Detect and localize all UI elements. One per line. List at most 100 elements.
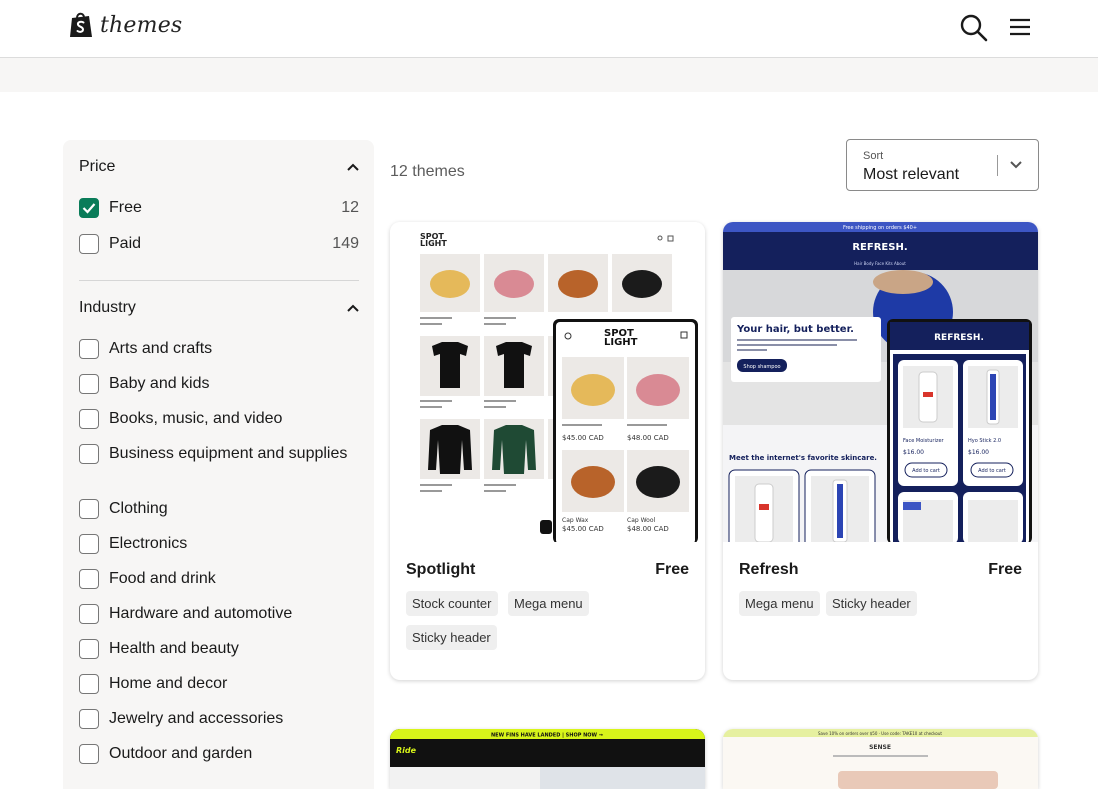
checkbox[interactable] bbox=[79, 674, 99, 694]
mini-button: Add to cart bbox=[978, 468, 1006, 474]
paid-label: Paid bbox=[109, 235, 142, 252]
feature-tag: Mega menu bbox=[739, 591, 820, 616]
option-label: Outdoor and garden bbox=[109, 745, 253, 762]
filter-option-business-equipment[interactable]: Business equipment and supplies bbox=[79, 444, 359, 464]
svg-text:Hair Body Face Kits Ab: Hair Body Face Kits About bbox=[854, 261, 906, 266]
mini-price: $16.00 bbox=[968, 449, 989, 456]
shopify-bag-icon bbox=[70, 12, 92, 37]
checkbox[interactable] bbox=[79, 639, 99, 659]
sense-preview-graphic: Save 10% on orders over $50 · Use code: … bbox=[723, 729, 1038, 789]
mini-brand: Ride bbox=[396, 746, 417, 755]
mini-price: $16.00 bbox=[903, 449, 924, 456]
industry-filter-title: Industry bbox=[79, 299, 136, 316]
sort-select[interactable]: Sort Most relevant bbox=[846, 139, 1039, 191]
price-filter-toggle[interactable]: Price bbox=[79, 155, 359, 179]
mini-announcement: NEW FINS HAVE LANDED | SHOP NOW → bbox=[491, 733, 603, 739]
theme-card-refresh[interactable]: Free shipping on orders $40+ REFRESH. Ha… bbox=[723, 222, 1038, 680]
option-label: Books, music, and video bbox=[109, 410, 283, 427]
filter-divider bbox=[79, 280, 359, 281]
filter-option-free[interactable]: Free 12 bbox=[79, 198, 359, 218]
mini-hero-button: Shop shampoo bbox=[743, 364, 780, 370]
spotlight-preview[interactable]: SPOT LIGHT SPOT LIGHT $45.00 CAD $48.00 … bbox=[390, 222, 705, 542]
mini-product-name: Cap Wax bbox=[562, 517, 589, 524]
ride-preview-graphic: NEW FINS HAVE LANDED | SHOP NOW → Ride bbox=[390, 729, 705, 789]
checkmark-icon bbox=[82, 203, 96, 214]
feature-tag: Mega menu bbox=[508, 591, 589, 616]
top-header: themes bbox=[0, 0, 1098, 58]
menu-button[interactable] bbox=[1005, 13, 1035, 43]
feature-tag: Sticky header bbox=[406, 625, 497, 650]
feature-tag: Stock counter bbox=[406, 591, 498, 616]
chevron-up-icon bbox=[347, 304, 359, 312]
checkbox[interactable] bbox=[79, 409, 99, 429]
svg-text:REFRESH.: REFRESH. bbox=[934, 333, 984, 343]
logo-wordmark: themes bbox=[100, 12, 183, 38]
filter-option-baby-and-kids[interactable]: Baby and kids bbox=[79, 374, 359, 394]
option-label: Jewelry and accessories bbox=[109, 710, 284, 727]
option-label: Home and decor bbox=[109, 675, 228, 692]
filter-option-hardware-automotive[interactable]: Hardware and automotive bbox=[79, 604, 359, 624]
mini-announcement: Save 10% on orders over $50 · Use code: … bbox=[818, 731, 942, 736]
theme-name[interactable]: Spotlight bbox=[406, 561, 475, 579]
filter-option-health-and-beauty[interactable]: Health and beauty bbox=[79, 639, 359, 659]
mini-announcement: Free shipping on orders $40+ bbox=[843, 225, 917, 231]
mini-product-name: Hyo Stick 2.0 bbox=[968, 438, 1001, 444]
checkbox[interactable] bbox=[79, 339, 99, 359]
mini-product-name: Face Moisturizer bbox=[903, 438, 945, 444]
filter-sidebar: Price Free 12 Paid 149 Industry Arts and… bbox=[63, 140, 374, 789]
mini-price: $45.00 CAD bbox=[562, 434, 604, 442]
option-label: Arts and crafts bbox=[109, 340, 213, 357]
hamburger-menu-icon bbox=[1010, 18, 1030, 36]
option-label: Electronics bbox=[109, 535, 188, 552]
option-label: Clothing bbox=[109, 500, 168, 517]
svg-text:LIGHT: LIGHT bbox=[604, 337, 638, 348]
search-button[interactable] bbox=[959, 13, 989, 43]
filter-option-paid[interactable]: Paid 149 bbox=[79, 234, 359, 254]
checkbox[interactable] bbox=[79, 709, 99, 729]
feature-tag: Sticky header bbox=[826, 591, 917, 616]
theme-count: 12 themes bbox=[390, 163, 465, 180]
refresh-preview-graphic: Free shipping on orders $40+ REFRESH. Ha… bbox=[723, 222, 1038, 542]
theme-card-spotlight[interactable]: SPOT LIGHT SPOT LIGHT $45.00 CAD $48.00 … bbox=[390, 222, 705, 680]
checkbox[interactable] bbox=[79, 374, 99, 394]
filter-option-jewelry-accessories[interactable]: Jewelry and accessories bbox=[79, 709, 359, 729]
subheader-band bbox=[0, 58, 1098, 92]
mini-price: $48.00 CAD bbox=[627, 525, 669, 533]
filter-option-clothing[interactable]: Clothing bbox=[79, 499, 359, 519]
theme-name[interactable]: Refresh bbox=[739, 561, 799, 579]
free-checkbox[interactable] bbox=[79, 198, 99, 218]
theme-card-sense[interactable]: Save 10% on orders over $50 · Use code: … bbox=[723, 729, 1038, 789]
sort-separator bbox=[997, 155, 998, 176]
mini-brand: REFRESH. bbox=[852, 242, 907, 253]
industry-filter-toggle[interactable]: Industry bbox=[79, 296, 359, 320]
refresh-preview[interactable]: Free shipping on orders $40+ REFRESH. Ha… bbox=[723, 222, 1038, 542]
filter-option-arts-and-crafts[interactable]: Arts and crafts bbox=[79, 339, 359, 359]
checkbox[interactable] bbox=[79, 534, 99, 554]
paid-checkbox[interactable] bbox=[79, 234, 99, 254]
theme-price: Free bbox=[655, 561, 689, 578]
free-count: 12 bbox=[341, 199, 359, 216]
filter-option-electronics[interactable]: Electronics bbox=[79, 534, 359, 554]
option-label: Food and drink bbox=[109, 570, 216, 587]
price-filter-title: Price bbox=[79, 158, 116, 175]
chevron-down-icon bbox=[1010, 161, 1022, 169]
filter-option-home-and-decor[interactable]: Home and decor bbox=[79, 674, 359, 694]
checkbox[interactable] bbox=[79, 499, 99, 519]
option-label: Health and beauty bbox=[109, 640, 239, 657]
sort-value: Most relevant bbox=[863, 166, 960, 183]
filter-option-outdoor-and-garden[interactable]: Outdoor and garden bbox=[79, 744, 359, 764]
filter-option-books-music-video[interactable]: Books, music, and video bbox=[79, 409, 359, 429]
mini-product-name: Cap Wool bbox=[627, 517, 656, 524]
shopify-themes-logo[interactable]: themes bbox=[68, 11, 182, 39]
theme-card-ride[interactable]: NEW FINS HAVE LANDED | SHOP NOW → Ride bbox=[390, 729, 705, 789]
filter-option-food-and-drink[interactable]: Food and drink bbox=[79, 569, 359, 589]
chevron-up-icon bbox=[347, 163, 359, 171]
theme-price: Free bbox=[988, 561, 1022, 578]
mini-hero-title: Your hair, but better. bbox=[736, 324, 854, 335]
mini-price: $48.00 CAD bbox=[627, 434, 669, 442]
checkbox[interactable] bbox=[79, 744, 99, 764]
option-label: Business equipment and supplies bbox=[109, 445, 348, 462]
checkbox[interactable] bbox=[79, 604, 99, 624]
checkbox[interactable] bbox=[79, 444, 99, 464]
checkbox[interactable] bbox=[79, 569, 99, 589]
